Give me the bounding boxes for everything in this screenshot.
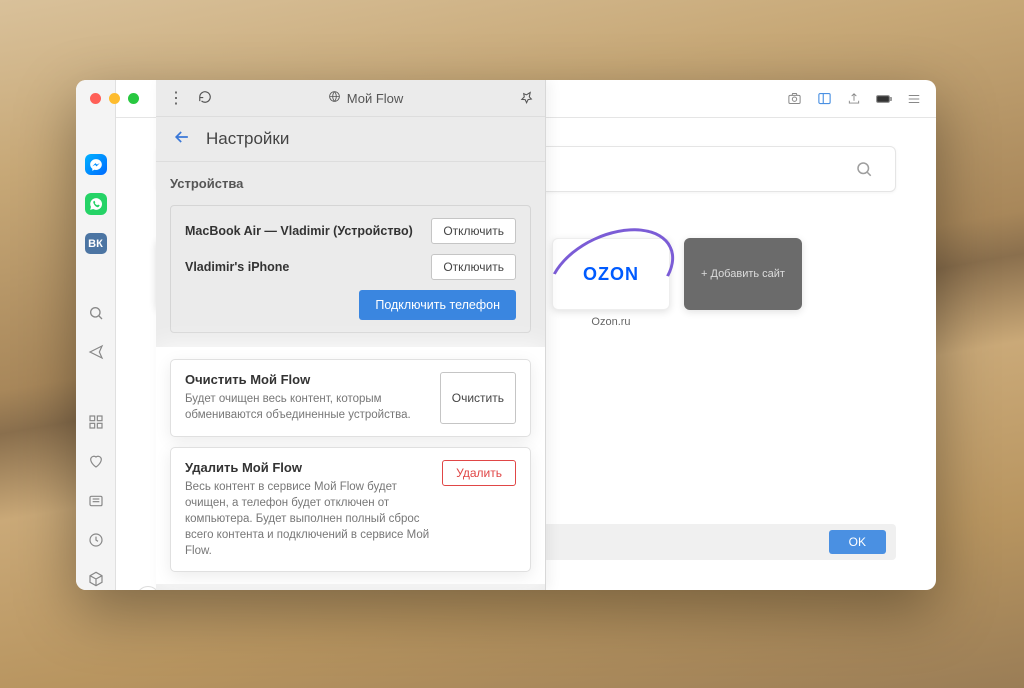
globe-icon xyxy=(328,90,341,106)
back-icon[interactable] xyxy=(172,127,192,152)
clear-flow-card: Очистить Мой Flow Будет очищен весь конт… xyxy=(170,359,531,436)
devices-section-label: Устройства xyxy=(170,176,531,191)
battery-icon xyxy=(876,91,892,107)
device-row: Vladimir's iPhone Отключить xyxy=(185,254,516,280)
device-name: Vladimir's iPhone xyxy=(185,260,289,274)
tile-label: + Добавить сайт xyxy=(701,268,785,280)
search-icon[interactable] xyxy=(85,302,107,323)
delete-button[interactable]: Удалить xyxy=(442,460,516,486)
flow-title: Мой Flow xyxy=(347,91,404,106)
tile-caption: Ozon.ru xyxy=(591,316,630,328)
clear-button[interactable]: Очистить xyxy=(440,372,516,423)
maximize-window-button[interactable] xyxy=(128,93,139,104)
window-controls xyxy=(90,93,139,104)
highlight-zone: Очистить Мой Flow Будет очищен весь конт… xyxy=(156,347,545,584)
delete-title: Удалить Мой Flow xyxy=(185,460,430,475)
my-flow-panel: ⋮ Мой Flow Настройки xyxy=(156,80,546,590)
camera-icon[interactable] xyxy=(786,91,802,107)
send-icon[interactable] xyxy=(85,342,107,363)
disconnect-button[interactable]: Отключить xyxy=(431,218,516,244)
heart-icon[interactable] xyxy=(85,450,107,471)
pin-icon[interactable] xyxy=(515,87,536,109)
whatsapp-icon[interactable] xyxy=(85,193,107,214)
ok-button[interactable]: OK xyxy=(829,530,886,554)
main-content: auto.ru Ищешь машину — зайди на Авто.ру … xyxy=(116,80,936,590)
clear-title: Очистить Мой Flow xyxy=(185,372,428,387)
tile-ozon[interactable]: OZON Ozon.ru xyxy=(552,238,670,328)
clear-desc: Будет очищен весь контент, которым обмен… xyxy=(185,391,428,423)
flow-body: Устройства MacBook Air — Vladimir (Устро… xyxy=(156,162,545,590)
delete-desc: Весь контент в сервисе Мой Flow будет оч… xyxy=(185,479,430,559)
close-window-button[interactable] xyxy=(90,93,101,104)
messenger-icon[interactable] xyxy=(85,154,107,175)
left-sidebar: ВК xyxy=(76,80,116,590)
news-icon[interactable] xyxy=(85,490,107,511)
device-name: MacBook Air — Vladimir (Устройство) xyxy=(185,224,413,238)
history-icon[interactable] xyxy=(85,529,107,550)
tile-label: OZON xyxy=(583,264,639,285)
sidebar-toggle-icon[interactable] xyxy=(816,91,832,107)
delete-flow-card: Удалить Мой Flow Весь контент в сервисе … xyxy=(170,447,531,572)
flow-header: Настройки xyxy=(156,117,545,162)
more-icon[interactable]: ⋮ xyxy=(168,88,184,108)
minimize-window-button[interactable] xyxy=(109,93,120,104)
device-row: MacBook Air — Vladimir (Устройство) Откл… xyxy=(185,218,516,244)
flow-titlebar: ⋮ Мой Flow xyxy=(156,80,545,117)
reload-icon[interactable] xyxy=(198,90,212,107)
menu-icon[interactable] xyxy=(906,91,922,107)
devices-card: MacBook Air — Vladimir (Устройство) Откл… xyxy=(170,205,531,333)
vk-icon[interactable]: ВК xyxy=(85,233,107,254)
package-icon[interactable] xyxy=(85,569,107,590)
tile-add-site[interactable]: + Добавить сайт xyxy=(684,238,802,328)
connect-phone-button[interactable]: Подключить телефон xyxy=(359,290,516,320)
browser-window: ВК xyxy=(76,80,936,590)
disconnect-button[interactable]: Отключить xyxy=(431,254,516,280)
speed-dial-icon[interactable] xyxy=(85,411,107,432)
share-icon[interactable] xyxy=(846,91,862,107)
settings-title: Настройки xyxy=(206,129,289,149)
